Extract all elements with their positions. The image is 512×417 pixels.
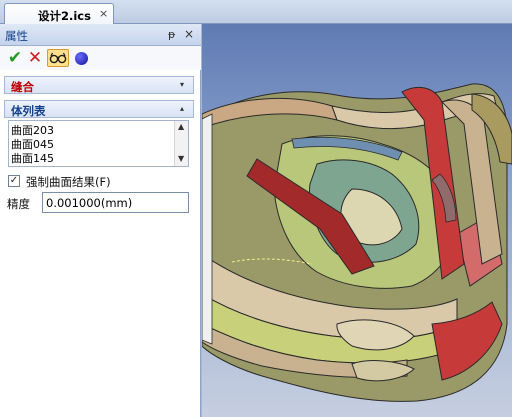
force-surface-label: 强制曲面结果(F) — [26, 175, 111, 189]
3d-viewport[interactable] — [202, 24, 512, 417]
panel-title-bar: 属性 ᵽ × — [0, 24, 201, 46]
ok-check-icon[interactable]: ✔ — [6, 48, 24, 68]
pin-icon[interactable]: ᵽ — [168, 28, 175, 41]
close-icon[interactable]: × — [184, 27, 194, 41]
precision-label: 精度 — [7, 197, 30, 211]
panel-title: 属性 — [5, 29, 28, 43]
list-item[interactable]: 曲面145 — [11, 150, 54, 166]
scroll-up-icon[interactable]: ▲ — [178, 122, 184, 131]
blue-dot-icon[interactable] — [72, 49, 90, 67]
stitch-section-title: 缝合 — [11, 80, 34, 94]
body-list-section-header[interactable]: 体列表 ▴ — [4, 100, 194, 118]
list-scrollbar[interactable]: ▲ ▼ — [174, 121, 188, 166]
model-render — [202, 83, 512, 402]
chevron-down-icon[interactable]: ▾ — [180, 80, 184, 89]
properties-panel: 属性 ᵽ × ✔ ✕ 缝合 ▾ 体列表 ▴ 曲面203 曲面045 曲面145 … — [0, 24, 201, 417]
preview-glasses-icon[interactable] — [47, 49, 69, 67]
scroll-down-icon[interactable]: ▼ — [178, 154, 184, 163]
chevron-up-icon[interactable]: ▴ — [180, 104, 184, 113]
tab-close-icon[interactable]: × — [99, 7, 108, 20]
document-tab[interactable]: 设计2.ics × — [4, 3, 114, 25]
action-toolbar: ✔ ✕ — [0, 46, 201, 70]
body-list-section-title: 体列表 — [11, 104, 46, 118]
force-surface-checkbox[interactable]: ✓ — [8, 175, 20, 187]
document-tab-label: 设计2.ics — [38, 9, 91, 23]
precision-input[interactable] — [42, 192, 189, 213]
stitch-section-header[interactable]: 缝合 ▾ — [4, 76, 194, 94]
cancel-x-icon[interactable]: ✕ — [26, 48, 44, 68]
body-list[interactable]: 曲面203 曲面045 曲面145 ▲ ▼ — [8, 120, 189, 167]
document-tab-strip: 设计2.ics × — [0, 0, 512, 25]
